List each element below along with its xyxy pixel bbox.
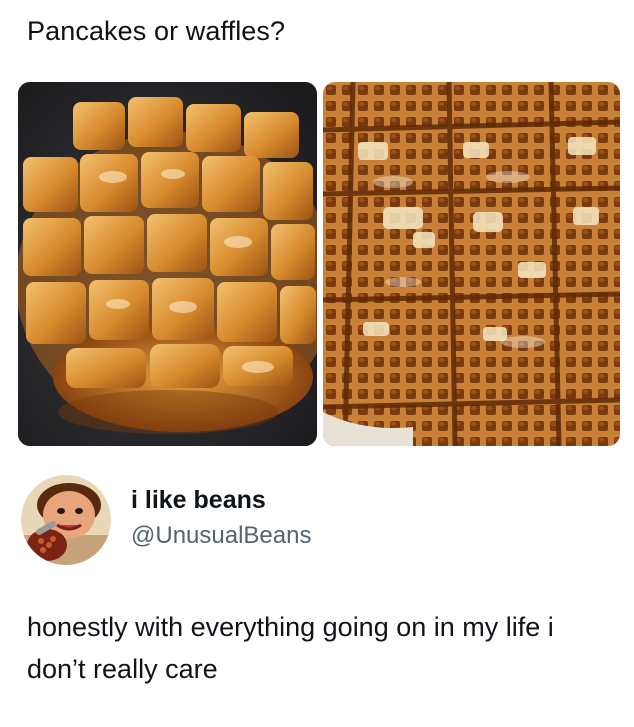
avatar[interactable] — [21, 475, 111, 565]
post-question-caption: Pancakes or waffles? — [27, 16, 286, 46]
waffles-photo[interactable] — [323, 82, 620, 446]
post-body-text: honestly with everything going on in my … — [27, 612, 554, 684]
display-name[interactable]: i like beans — [131, 485, 311, 515]
username-handle[interactable]: @UnusualBeans — [131, 521, 311, 551]
post-author[interactable]: i like beans @UnusualBeans — [21, 475, 311, 565]
pancake-illustration — [18, 82, 317, 446]
pancake-photo[interactable] — [18, 82, 317, 446]
waffles-illustration — [323, 82, 620, 446]
avatar-image — [21, 475, 111, 565]
media-gallery[interactable] — [18, 82, 620, 446]
